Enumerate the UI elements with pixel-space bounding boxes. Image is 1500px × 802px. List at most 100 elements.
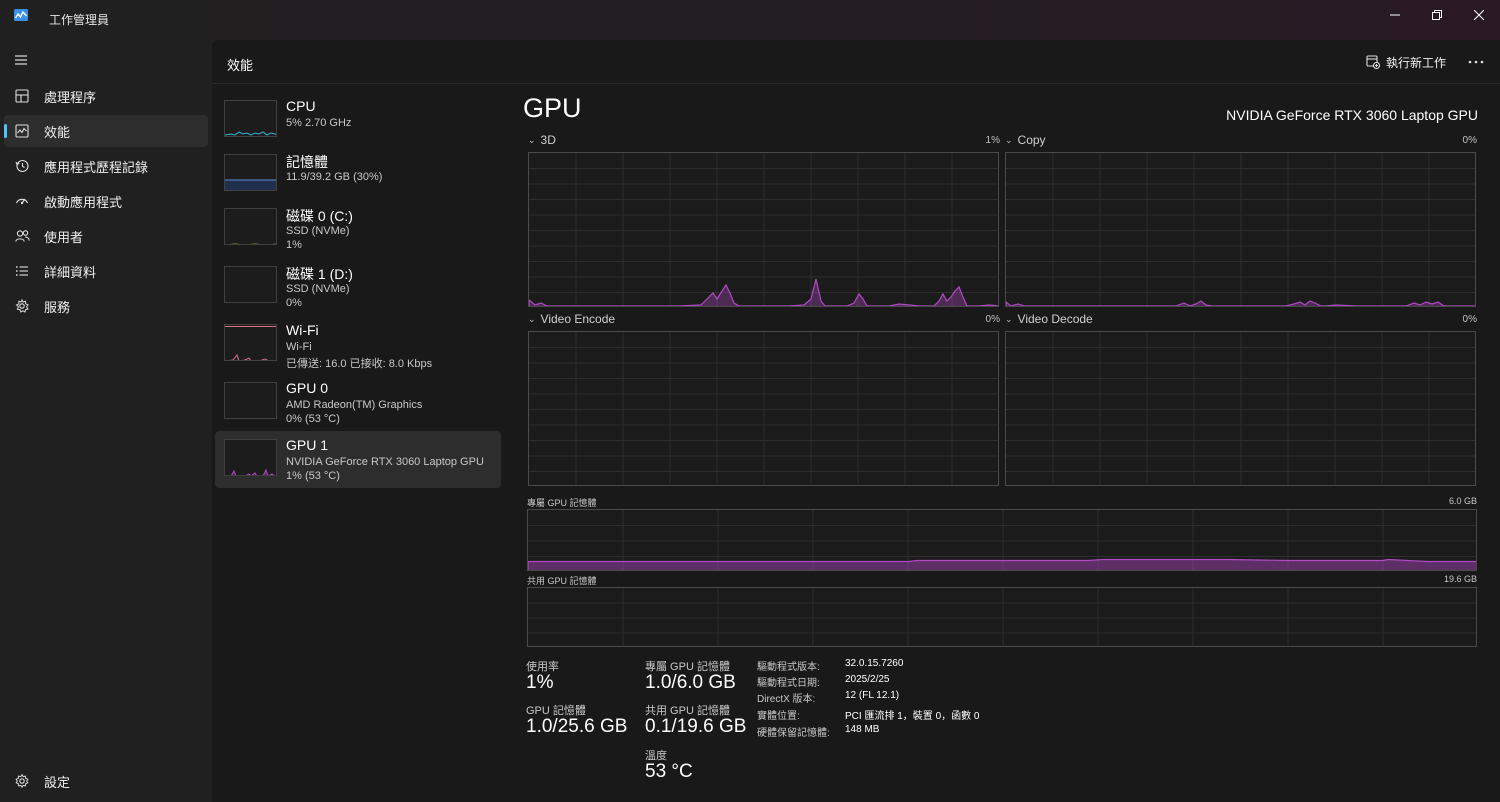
device-detail: SSD (NVMe) bbox=[286, 283, 350, 295]
device-name: 磁碟 0 (C:) bbox=[286, 208, 353, 224]
dedicated-memory-label: 專屬 GPU 記憶體 bbox=[527, 498, 597, 508]
driver-version-value: 32.0.15.7260 bbox=[845, 658, 904, 669]
device-thumbnail bbox=[224, 208, 277, 245]
device-name: Wi-Fi bbox=[286, 322, 319, 338]
device-usage: 0% bbox=[286, 297, 302, 309]
dedicated-memory-max: 6.0 GB bbox=[1448, 496, 1477, 506]
device-item-disk-0[interactable]: 磁碟 0 (C:) SSD (NVMe) 1% bbox=[215, 203, 501, 260]
minimize-icon bbox=[1390, 14, 1400, 16]
close-icon bbox=[1474, 10, 1484, 20]
directx-version-value: 12 (FL 12.1) bbox=[845, 690, 900, 701]
engine-percent: 1% bbox=[985, 135, 1000, 146]
services-icon bbox=[14, 298, 30, 314]
engine-percent: 0% bbox=[1462, 135, 1477, 146]
device-detail: 5% 2.70 GHz bbox=[286, 117, 352, 129]
performance-icon bbox=[14, 123, 30, 139]
close-button[interactable] bbox=[1456, 0, 1500, 30]
task-manager-icon bbox=[14, 9, 28, 21]
startup-icon bbox=[14, 193, 30, 209]
processes-icon bbox=[14, 88, 30, 104]
device-detail: SSD (NVMe) bbox=[286, 225, 350, 237]
page-title: 效能 bbox=[227, 58, 254, 73]
device-item-cpu[interactable]: CPU 5% 2.70 GHz bbox=[215, 95, 501, 152]
chevron-down-icon: ⌄ bbox=[528, 313, 536, 324]
device-name: 磁碟 1 (D:) bbox=[286, 266, 353, 282]
gpu-model-name: NVIDIA GeForce RTX 3060 Laptop GPU bbox=[1226, 107, 1478, 123]
device-thumbnail bbox=[224, 154, 277, 191]
engine-graph-3d bbox=[528, 152, 999, 307]
nav-item-settings[interactable]: 設定 bbox=[4, 765, 208, 797]
run-new-task-label: 執行新工作 bbox=[1386, 55, 1447, 70]
more-options-button[interactable] bbox=[1462, 50, 1490, 74]
hardware-reserved-key: 硬體保留記憶體: bbox=[757, 728, 830, 739]
settings-label: 設定 bbox=[44, 774, 71, 790]
nav-item-users[interactable]: 使用者 bbox=[4, 220, 208, 252]
directx-version-key: DirectX 版本: bbox=[757, 694, 816, 705]
hamburger-menu-icon[interactable] bbox=[12, 52, 30, 68]
graph-grid bbox=[529, 332, 998, 485]
nav-item-app-history[interactable]: 應用程式歷程記錄 bbox=[4, 150, 208, 182]
nav-label: 詳細資料 bbox=[44, 264, 97, 280]
more-icon bbox=[1468, 60, 1484, 64]
physical-location-value: PCI 匯流排 1，裝置 0，函數 0 bbox=[845, 711, 980, 722]
device-item-gpu-0[interactable]: GPU 0 AMD Radeon(TM) Graphics 0% (53 °C) bbox=[215, 377, 501, 434]
driver-date-value: 2025/2/25 bbox=[845, 674, 890, 685]
chevron-down-icon: ⌄ bbox=[528, 134, 536, 145]
nav-item-performance[interactable]: 效能 bbox=[4, 115, 208, 147]
graph-grid bbox=[529, 153, 998, 306]
title-bar: 工作管理員 bbox=[0, 0, 1500, 40]
engine-selector-video-encode[interactable]: ⌄ Video Encode bbox=[528, 312, 615, 326]
engine-graph-copy bbox=[1005, 152, 1476, 307]
engine-selector-video-decode[interactable]: ⌄ Video Decode bbox=[1005, 312, 1093, 326]
nav-label: 效能 bbox=[44, 124, 71, 140]
details-icon bbox=[14, 263, 30, 279]
device-name: GPU 0 bbox=[286, 380, 329, 396]
restore-icon bbox=[1432, 10, 1442, 20]
nav-item-startup-apps[interactable]: 啟動應用程式 bbox=[4, 185, 208, 217]
nav-label: 使用者 bbox=[44, 229, 84, 245]
shared-memory-graph bbox=[527, 587, 1477, 647]
device-throughput: 已傳送: 16.0 已接收: 8.0 Kbps bbox=[286, 358, 433, 370]
graph-grid bbox=[1006, 332, 1475, 485]
engine-name: Video Decode bbox=[1017, 312, 1093, 326]
device-detail: AMD Radeon(TM) Graphics bbox=[286, 399, 423, 411]
engine-graph-video-encode bbox=[528, 331, 999, 486]
device-detail: 11.9/39.2 GB (30%) bbox=[286, 171, 383, 183]
device-detail: NVIDIA GeForce RTX 3060 Laptop GPU bbox=[286, 456, 484, 468]
nav-label: 應用程式歷程記錄 bbox=[44, 159, 149, 175]
gpu-memory-value: 1.0/25.6 GB bbox=[526, 716, 628, 737]
engine-selector-copy[interactable]: ⌄ Copy bbox=[1005, 133, 1046, 147]
device-name: GPU 1 bbox=[286, 437, 329, 453]
nav-label: 處理程序 bbox=[44, 89, 97, 105]
temperature-value: 53 °C bbox=[645, 761, 693, 782]
graph-grid bbox=[528, 510, 1476, 570]
shared-memory-label: 共用 GPU 記憶體 bbox=[527, 576, 597, 586]
chevron-down-icon: ⌄ bbox=[1005, 134, 1013, 145]
physical-location-key: 實體位置: bbox=[757, 711, 800, 722]
driver-date-key: 驅動程式日期: bbox=[757, 678, 820, 689]
device-item-gpu-1[interactable]: GPU 1 NVIDIA GeForce RTX 3060 Laptop GPU… bbox=[215, 431, 501, 488]
engine-selector-3d[interactable]: ⌄ 3D bbox=[528, 133, 556, 147]
engine-name: Video Encode bbox=[540, 312, 616, 326]
device-thumbnail bbox=[224, 100, 277, 137]
users-icon bbox=[14, 228, 30, 244]
nav-item-processes[interactable]: 處理程序 bbox=[4, 80, 208, 112]
minimize-button[interactable] bbox=[1372, 0, 1418, 30]
device-item-disk-1[interactable]: 磁碟 1 (D:) SSD (NVMe) 0% bbox=[215, 261, 501, 318]
run-task-icon bbox=[1366, 55, 1380, 69]
nav-item-details[interactable]: 詳細資料 bbox=[4, 255, 208, 287]
usage-value: 1% bbox=[526, 672, 554, 693]
device-item-memory[interactable]: 記憶體 11.9/39.2 GB (30%) bbox=[215, 149, 501, 206]
device-thumbnail bbox=[224, 382, 277, 419]
gear-icon bbox=[14, 773, 30, 789]
device-item-wifi[interactable]: Wi-Fi Wi-Fi 已傳送: 16.0 已接收: 8.0 Kbps bbox=[215, 319, 501, 376]
run-new-task-button[interactable]: 執行新工作 bbox=[1366, 52, 1446, 72]
driver-version-key: 驅動程式版本: bbox=[757, 662, 820, 673]
device-name: 記憶體 bbox=[286, 154, 328, 170]
nav-item-services[interactable]: 服務 bbox=[4, 290, 208, 322]
performance-page: 效能 執行新工作 CPU 5% 2.70 GHz 記憶體 11.9/39.2 G… bbox=[212, 40, 1500, 802]
dedicated-memory-fill bbox=[528, 558, 1476, 570]
dedicated-memory-graph bbox=[527, 509, 1477, 571]
device-detail: Wi-Fi bbox=[286, 341, 312, 353]
maximize-button[interactable] bbox=[1414, 0, 1460, 30]
